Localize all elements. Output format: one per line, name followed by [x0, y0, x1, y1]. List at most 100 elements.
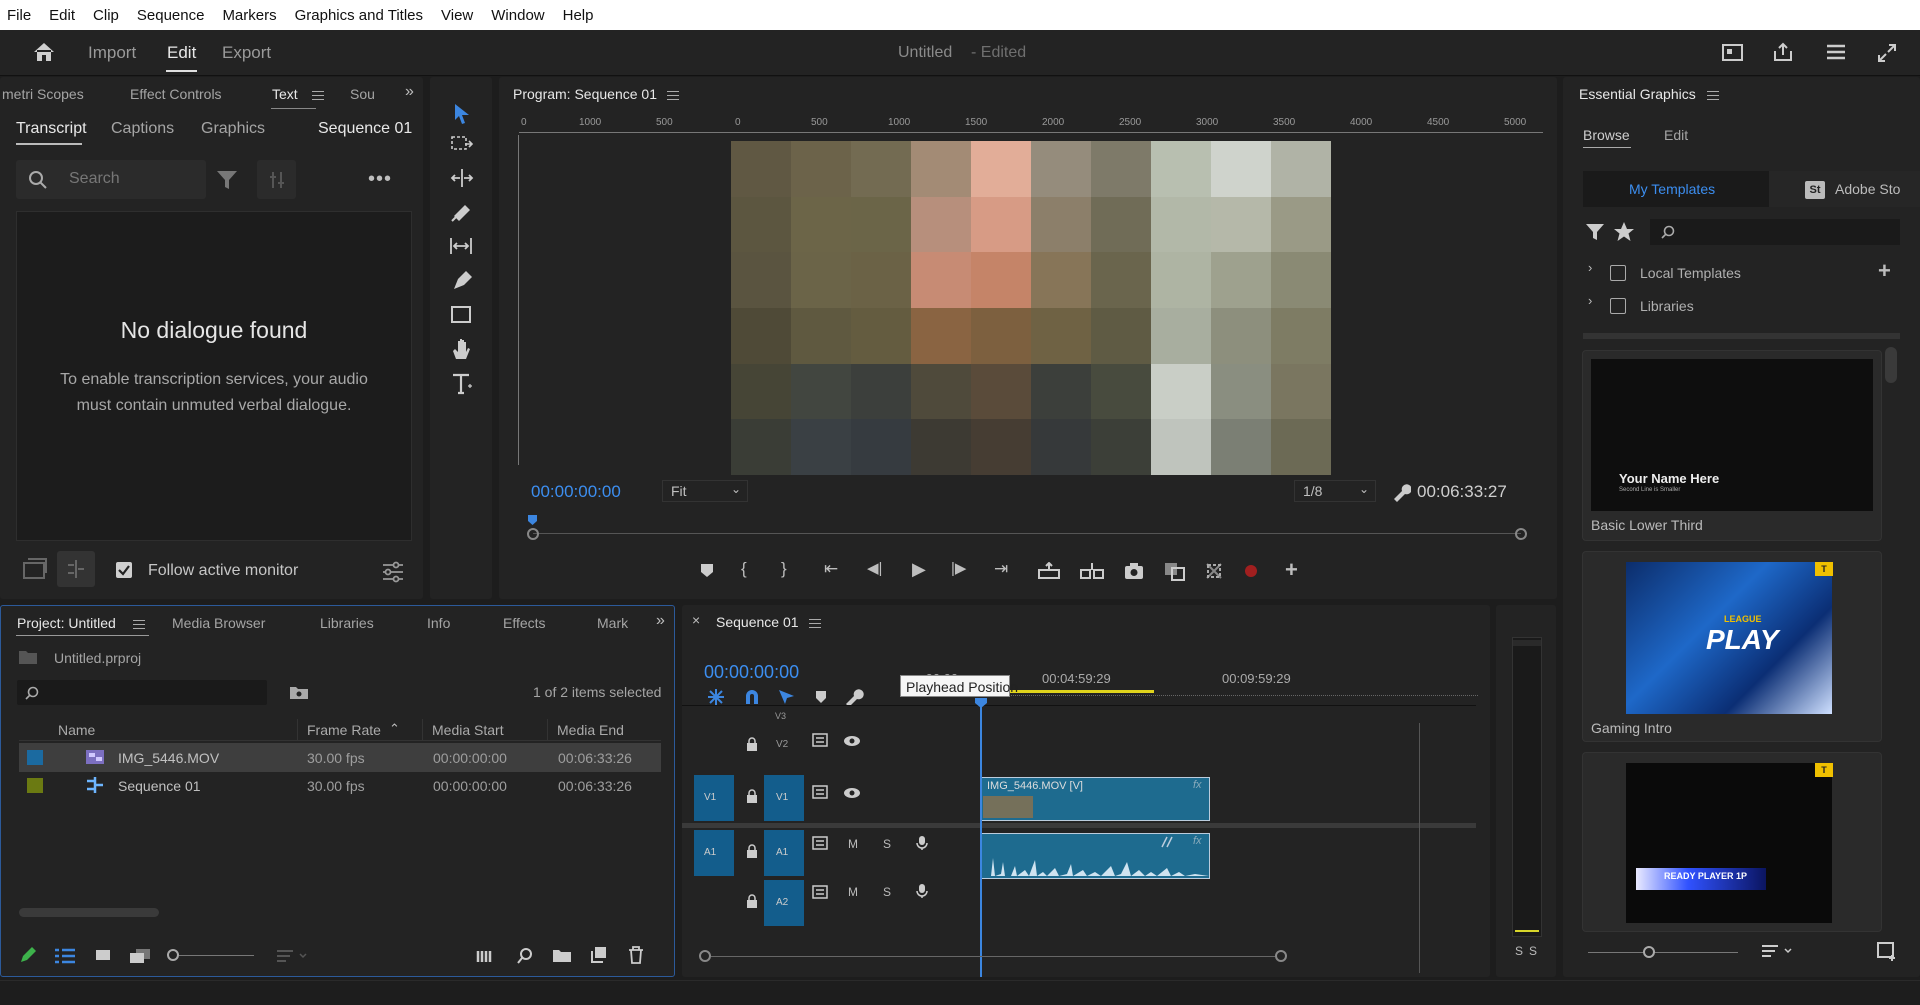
menu-window[interactable]: Window: [491, 7, 544, 24]
project-menu-icon[interactable]: [133, 620, 145, 629]
tab-media-browser[interactable]: Media Browser: [172, 615, 265, 631]
home-icon[interactable]: [32, 41, 56, 63]
lock-icon[interactable]: [746, 789, 758, 803]
timeline-playhead[interactable]: [980, 705, 982, 977]
essential-graphics-title[interactable]: Essential Graphics: [1579, 86, 1696, 102]
program-scrubber[interactable]: [527, 515, 1527, 547]
scroll-end-handle[interactable]: [1275, 950, 1287, 962]
record-icon[interactable]: [1245, 565, 1257, 577]
quick-export-icon[interactable]: [1722, 43, 1744, 63]
menu-edit[interactable]: Edit: [49, 7, 75, 24]
program-title[interactable]: Program: Sequence 01: [513, 86, 657, 102]
trash-icon[interactable]: [628, 946, 644, 964]
scrubber-start-handle[interactable]: [527, 528, 539, 540]
track-label-v2[interactable]: V2: [776, 739, 788, 750]
nest-toggle-icon[interactable]: [707, 688, 725, 706]
chevron-right-icon[interactable]: ›: [1588, 294, 1592, 307]
star-icon[interactable]: [1613, 221, 1635, 243]
essential-graphics-menu-icon[interactable]: [1707, 91, 1719, 100]
local-templates-checkbox[interactable]: [1610, 265, 1626, 281]
pen-tool-icon[interactable]: [450, 269, 474, 291]
project-search-input[interactable]: [17, 680, 267, 705]
track-target-a2[interactable]: A2: [764, 880, 804, 926]
subtab-captions[interactable]: Captions: [111, 120, 174, 138]
solo-icon[interactable]: S: [883, 837, 891, 851]
menu-view[interactable]: View: [441, 7, 473, 24]
add-marker-icon[interactable]: [699, 562, 715, 578]
vertical-scrollbar[interactable]: [1885, 347, 1897, 383]
tab-markers[interactable]: Mark: [597, 615, 628, 631]
sync-lock-icon[interactable]: [812, 885, 828, 899]
menu-graphics[interactable]: Graphics and Titles: [295, 7, 423, 24]
lock-icon[interactable]: [746, 844, 758, 858]
menu-sequence[interactable]: Sequence: [137, 7, 205, 24]
thumbnail-size-slider[interactable]: [1588, 952, 1738, 953]
timeline-timecode[interactable]: 00:00:00:00: [704, 662, 799, 683]
timeline-horizontal-scrollbar[interactable]: [699, 950, 1459, 962]
video-audio-divider[interactable]: [682, 823, 1476, 828]
horizontal-scrollbar[interactable]: [19, 908, 159, 917]
label-color-swatch[interactable]: [27, 778, 43, 793]
eye-icon[interactable]: [843, 735, 861, 747]
rectangle-tool-icon[interactable]: [450, 305, 474, 325]
mark-in-icon[interactable]: {: [741, 560, 747, 577]
scrubber-end-handle[interactable]: [1515, 528, 1527, 540]
button-editor-icon[interactable]: +: [1285, 559, 1298, 581]
find-icon[interactable]: [516, 947, 534, 965]
automate-to-sequence-icon[interactable]: [476, 948, 496, 964]
extract-icon[interactable]: [1079, 562, 1105, 580]
fullscreen-icon[interactable]: [1876, 42, 1898, 64]
audio-clip[interactable]: fx: [980, 833, 1210, 879]
timeline-settings-wrench-icon[interactable]: [844, 688, 864, 706]
sort-icon[interactable]: [276, 949, 310, 963]
resolution-dropdown[interactable]: 1/8 ⌄: [1294, 480, 1376, 502]
hand-tool-icon[interactable]: [450, 337, 474, 361]
filter-icon[interactable]: [216, 170, 238, 190]
menu-clip[interactable]: Clip: [93, 7, 119, 24]
meter-solo-left[interactable]: S: [1515, 944, 1523, 958]
type-tool-icon[interactable]: [450, 372, 474, 396]
mute-icon[interactable]: M: [848, 837, 858, 851]
step-back-icon[interactable]: ◀|: [867, 561, 882, 576]
program-menu-icon[interactable]: [667, 91, 679, 100]
new-graphics-layer-icon[interactable]: [1877, 942, 1899, 962]
column-name[interactable]: Name: [58, 722, 95, 738]
mark-out-icon[interactable]: }: [781, 560, 787, 577]
caption-track-icon[interactable]: [22, 557, 48, 581]
menu-help[interactable]: Help: [563, 7, 594, 24]
razor-tool-icon[interactable]: [450, 201, 474, 223]
comparison-view-icon[interactable]: [1163, 561, 1187, 581]
sort-icon[interactable]: [1761, 944, 1795, 960]
tab-export[interactable]: Export: [222, 43, 271, 63]
new-bin-icon[interactable]: [552, 947, 572, 963]
share-icon[interactable]: [1772, 41, 1794, 63]
linked-selection-icon[interactable]: [777, 688, 797, 706]
table-row[interactable]: Sequence 01 30.00 fps 00:00:00:00 00:06:…: [19, 772, 661, 801]
item-name[interactable]: IMG_5446.MOV: [118, 750, 219, 766]
solo-icon[interactable]: S: [883, 885, 891, 899]
tab-effect-controls[interactable]: Effect Controls: [130, 86, 222, 102]
microphone-icon[interactable]: [916, 835, 928, 851]
zoom-slider-track[interactable]: [179, 955, 254, 956]
tab-effects[interactable]: Effects: [503, 615, 546, 631]
proxy-toggle-icon[interactable]: [1204, 561, 1224, 581]
lift-icon[interactable]: [1037, 562, 1061, 580]
play-icon[interactable]: ▶: [912, 560, 926, 578]
tab-text[interactable]: Text: [272, 86, 298, 102]
program-timecode[interactable]: 00:00:00:00: [531, 482, 621, 502]
go-to-out-icon[interactable]: ⇥: [994, 560, 1008, 577]
menu-file[interactable]: File: [7, 7, 31, 24]
split-segment-button[interactable]: [57, 551, 95, 587]
tab-source[interactable]: Sou: [350, 86, 375, 102]
zoom-slider-handle[interactable]: [167, 949, 179, 961]
item-name[interactable]: Sequence 01: [118, 778, 201, 794]
settings-wrench-icon[interactable]: [1391, 482, 1411, 502]
selection-tool-icon[interactable]: [452, 103, 472, 125]
timeline-menu-icon[interactable]: [809, 619, 821, 628]
sync-lock-icon[interactable]: [812, 836, 828, 850]
column-media-end[interactable]: Media End: [557, 722, 624, 738]
sort-ascending-icon[interactable]: ⌃: [389, 722, 400, 735]
ripple-edit-tool-icon[interactable]: [450, 168, 474, 188]
sync-lock-icon[interactable]: [812, 733, 828, 747]
follow-monitor-checkbox[interactable]: [116, 562, 132, 578]
